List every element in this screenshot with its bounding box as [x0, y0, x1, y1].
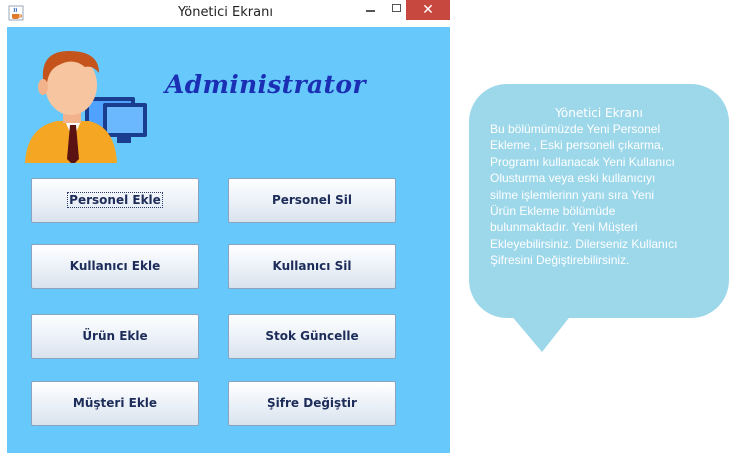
kullanici-ekle-button[interactable]: Kullanıcı Ekle — [31, 244, 199, 289]
kullanici-sil-label: Kullanıcı Sil — [272, 259, 352, 273]
administrator-heading: Administrator — [165, 70, 366, 99]
personel-ekle-label: Personel Ekle — [67, 192, 163, 208]
sifre-degistir-button[interactable]: Şifre Değiştir — [228, 381, 396, 426]
kullanici-ekle-label: Kullanıcı Ekle — [69, 259, 161, 273]
info-bubble-title: Yönetici Ekranı — [555, 106, 643, 120]
admin-window: Yönetici Ekranı ✕ Administrator Personel… — [0, 0, 451, 458]
stok-guncelle-label: Stok Güncelle — [265, 329, 359, 343]
kullanici-sil-button[interactable]: Kullanıcı Sil — [228, 244, 396, 289]
title-bar[interactable]: Yönetici Ekranı ✕ — [0, 0, 451, 26]
urun-ekle-button[interactable]: Ürün Ekle — [31, 314, 199, 359]
stok-guncelle-button[interactable]: Stok Güncelle — [228, 314, 396, 359]
personel-sil-button[interactable]: Personel Sil — [228, 178, 396, 223]
main-panel: Administrator Personel Ekle Personel Sil… — [7, 27, 450, 453]
info-bubble-text: Bu bölümümüzde Yeni Personel Ekleme , Es… — [490, 122, 678, 268]
info-bubble-tail — [510, 314, 572, 352]
minimize-icon — [366, 10, 375, 12]
urun-ekle-label: Ürün Ekle — [82, 329, 148, 343]
close-icon: ✕ — [422, 2, 434, 18]
admin-user-computer-icon — [25, 51, 147, 163]
maximize-icon — [392, 4, 401, 12]
personel-ekle-button[interactable]: Personel Ekle — [31, 178, 199, 223]
personel-sil-label: Personel Sil — [271, 193, 353, 207]
musteri-ekle-button[interactable]: Müşteri Ekle — [31, 381, 199, 426]
close-button[interactable]: ✕ — [406, 0, 450, 20]
musteri-ekle-label: Müşteri Ekle — [72, 396, 158, 410]
sifre-degistir-label: Şifre Değiştir — [267, 396, 357, 410]
minimize-button[interactable] — [358, 0, 384, 20]
